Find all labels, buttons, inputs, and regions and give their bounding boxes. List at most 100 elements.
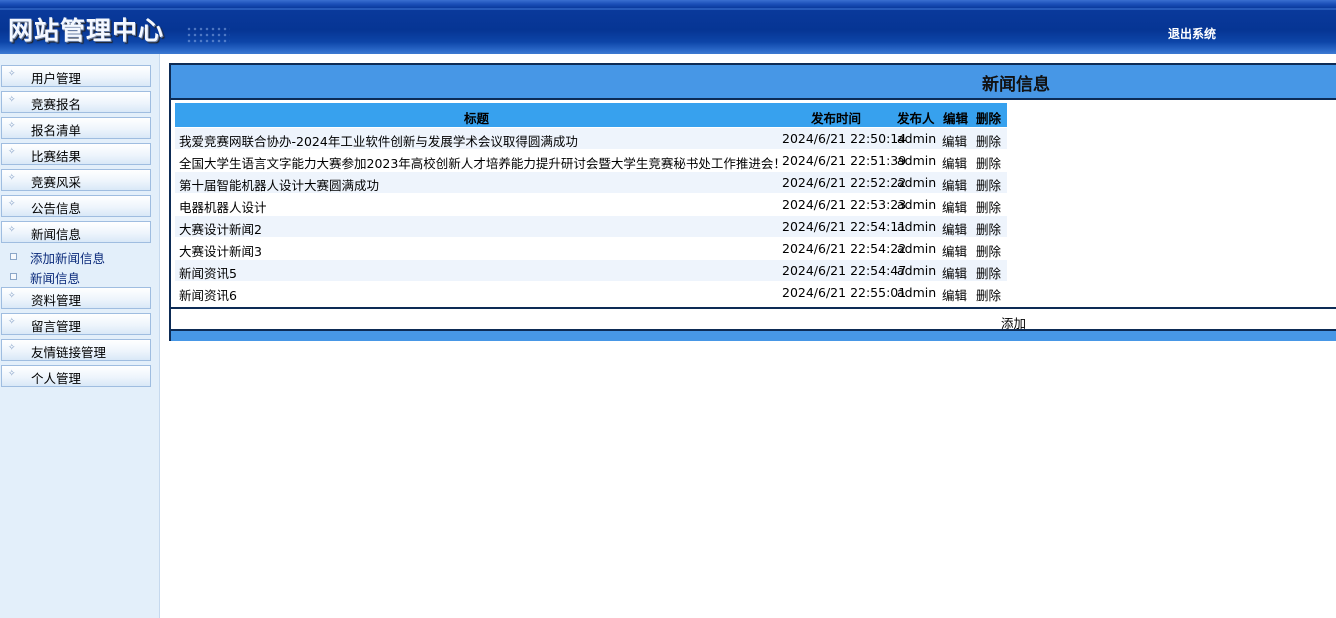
- edit-link[interactable]: 编辑: [942, 131, 967, 150]
- table-header: 标题 发布时间 发布人 编辑 删除: [175, 103, 1007, 127]
- panel-header: 新闻信息: [171, 65, 1336, 100]
- edit-link[interactable]: 编辑: [942, 285, 967, 304]
- sidebar-item-label: 个人管理: [31, 371, 82, 386]
- sidebar-item-news[interactable]: ✧ 新闻信息: [1, 221, 151, 243]
- sidebar-item-label: 友情链接管理: [31, 345, 107, 360]
- news-author: admin: [897, 219, 937, 234]
- plus-icon: ✧: [8, 147, 16, 157]
- delete-link[interactable]: 删除: [976, 241, 1001, 260]
- top-banner: 网站管理中心 退出系统: [0, 0, 1336, 54]
- table-row: 大赛设计新闻3 2024/6/21 22:54:22 admin 编辑 删除: [175, 238, 1007, 259]
- sidebar-item-label: 竞赛风采: [31, 175, 82, 190]
- news-time: 2024/6/21 22:54:22: [782, 241, 907, 256]
- news-title: 全国大学生语言文字能力大赛参加2023年高校创新人才培养能力提升研讨会暨大学生竞…: [179, 156, 786, 171]
- plus-icon: ✧: [8, 95, 16, 105]
- delete-link[interactable]: 删除: [976, 197, 1001, 216]
- column-header-title: 标题: [464, 111, 490, 126]
- news-author: admin: [897, 197, 937, 212]
- plus-icon: ✧: [8, 69, 16, 79]
- news-time: 2024/6/21 22:50:14: [782, 131, 907, 146]
- sidebar-item-label: 竞赛报名: [31, 97, 82, 112]
- plus-icon: ✧: [8, 225, 16, 235]
- news-author: admin: [897, 131, 937, 146]
- news-time: 2024/6/21 22:52:22: [782, 175, 907, 190]
- news-title: 新闻资讯5: [179, 266, 237, 281]
- plus-icon: ✧: [8, 173, 16, 183]
- column-header-time: 发布时间: [811, 111, 862, 126]
- sidebar-item-messages[interactable]: ✧ 留言管理: [1, 313, 151, 335]
- news-title: 大赛设计新闻2: [179, 222, 262, 237]
- table-row: 大赛设计新闻2 2024/6/21 22:54:11 admin 编辑 删除: [175, 216, 1007, 237]
- news-time: 2024/6/21 22:54:47: [782, 263, 907, 278]
- table-row: 新闻资讯5 2024/6/21 22:54:47 admin 编辑 删除: [175, 260, 1007, 281]
- delete-link[interactable]: 删除: [976, 219, 1001, 238]
- plus-icon: ✧: [8, 343, 16, 353]
- delete-link[interactable]: 删除: [976, 263, 1001, 282]
- sidebar-item-signup-list[interactable]: ✧ 报名清单: [1, 117, 151, 139]
- column-header-delete: 删除: [976, 111, 1002, 126]
- edit-link[interactable]: 编辑: [942, 241, 967, 260]
- sidebar-item-results[interactable]: ✧ 比赛结果: [1, 143, 151, 165]
- sidebar-subitem-label: 添加新闻信息: [30, 251, 106, 266]
- news-author: admin: [897, 153, 937, 168]
- plus-icon: ✧: [8, 121, 16, 131]
- sidebar-item-gallery[interactable]: ✧ 竞赛风采: [1, 169, 151, 191]
- edit-link[interactable]: 编辑: [942, 197, 967, 216]
- sidebar-item-label: 比赛结果: [31, 149, 82, 164]
- square-bullet-icon: [10, 253, 17, 260]
- sidebar-item-competition-signup[interactable]: ✧ 竞赛报名: [1, 91, 151, 113]
- sidebar-item-label: 用户管理: [31, 71, 82, 86]
- page-title: 新闻信息: [982, 75, 1050, 95]
- delete-link[interactable]: 删除: [976, 153, 1001, 172]
- news-author: admin: [897, 241, 937, 256]
- edit-link[interactable]: 编辑: [942, 175, 967, 194]
- news-title: 大赛设计新闻3: [179, 244, 262, 259]
- news-title: 第十届智能机器人设计大赛圆满成功: [179, 178, 380, 193]
- column-header-author: 发布人: [897, 111, 935, 126]
- news-author: admin: [897, 285, 937, 300]
- table-row: 全国大学生语言文字能力大赛参加2023年高校创新人才培养能力提升研讨会暨大学生竞…: [175, 150, 1007, 171]
- news-title: 新闻资讯6: [179, 288, 237, 303]
- news-panel: 新闻信息 标题 发布时间 发布人 编辑 删除 我爱竞赛网联合协办-2024年工业…: [169, 63, 1336, 341]
- delete-link[interactable]: 删除: [976, 175, 1001, 194]
- table-footer: 添加: [171, 307, 1336, 331]
- site-title: 网站管理中心: [8, 16, 165, 45]
- banner-decoration: [186, 26, 230, 44]
- news-time: 2024/6/21 22:55:01: [782, 285, 907, 300]
- sidebar-item-friend-links[interactable]: ✧ 友情链接管理: [1, 339, 151, 361]
- news-time: 2024/6/21 22:53:23: [782, 197, 907, 212]
- logout-link[interactable]: 退出系统: [1168, 25, 1216, 42]
- news-time: 2024/6/21 22:51:39: [782, 153, 907, 168]
- sidebar-item-profile[interactable]: ✧ 个人管理: [1, 365, 151, 387]
- edit-link[interactable]: 编辑: [942, 153, 967, 172]
- banner-stripe: [0, 8, 1336, 10]
- sidebar: ✧ 用户管理 ✧ 竞赛报名 ✧ 报名清单 ✧ 比赛结果 ✧ 竞赛风采 ✧ 公告信…: [0, 54, 160, 618]
- news-author: admin: [897, 175, 937, 190]
- table-row: 电器机器人设计 2024/6/21 22:53:23 admin 编辑 删除: [175, 194, 1007, 215]
- square-bullet-icon: [10, 273, 17, 280]
- delete-link[interactable]: 删除: [976, 285, 1001, 304]
- table-row: 第十届智能机器人设计大赛圆满成功 2024/6/21 22:52:22 admi…: [175, 172, 1007, 193]
- sidebar-item-announcements[interactable]: ✧ 公告信息: [1, 195, 151, 217]
- news-title: 我爱竞赛网联合协办-2024年工业软件创新与发展学术会议取得圆满成功: [179, 134, 578, 149]
- sidebar-item-label: 留言管理: [31, 319, 82, 334]
- news-time: 2024/6/21 22:54:11: [782, 219, 907, 234]
- sidebar-item-label: 报名清单: [31, 123, 82, 138]
- panel-title-wrap: 新闻信息: [171, 65, 1336, 98]
- edit-link[interactable]: 编辑: [942, 219, 967, 238]
- plus-icon: ✧: [8, 291, 16, 301]
- edit-link[interactable]: 编辑: [942, 263, 967, 282]
- news-title: 电器机器人设计: [179, 200, 267, 215]
- sidebar-item-user-management[interactable]: ✧ 用户管理: [1, 65, 151, 87]
- plus-icon: ✧: [8, 199, 16, 209]
- column-header-edit: 编辑: [943, 111, 969, 126]
- table-row: 新闻资讯6 2024/6/21 22:55:01 admin 编辑 删除: [175, 282, 1007, 303]
- sidebar-item-label: 公告信息: [31, 201, 82, 216]
- plus-icon: ✧: [8, 317, 16, 327]
- sidebar-subitem-label: 新闻信息: [30, 271, 81, 286]
- plus-icon: ✧: [8, 369, 16, 379]
- sidebar-item-resources[interactable]: ✧ 资料管理: [1, 287, 151, 309]
- delete-link[interactable]: 删除: [976, 131, 1001, 150]
- sidebar-item-label: 资料管理: [31, 293, 82, 308]
- news-author: admin: [897, 263, 937, 278]
